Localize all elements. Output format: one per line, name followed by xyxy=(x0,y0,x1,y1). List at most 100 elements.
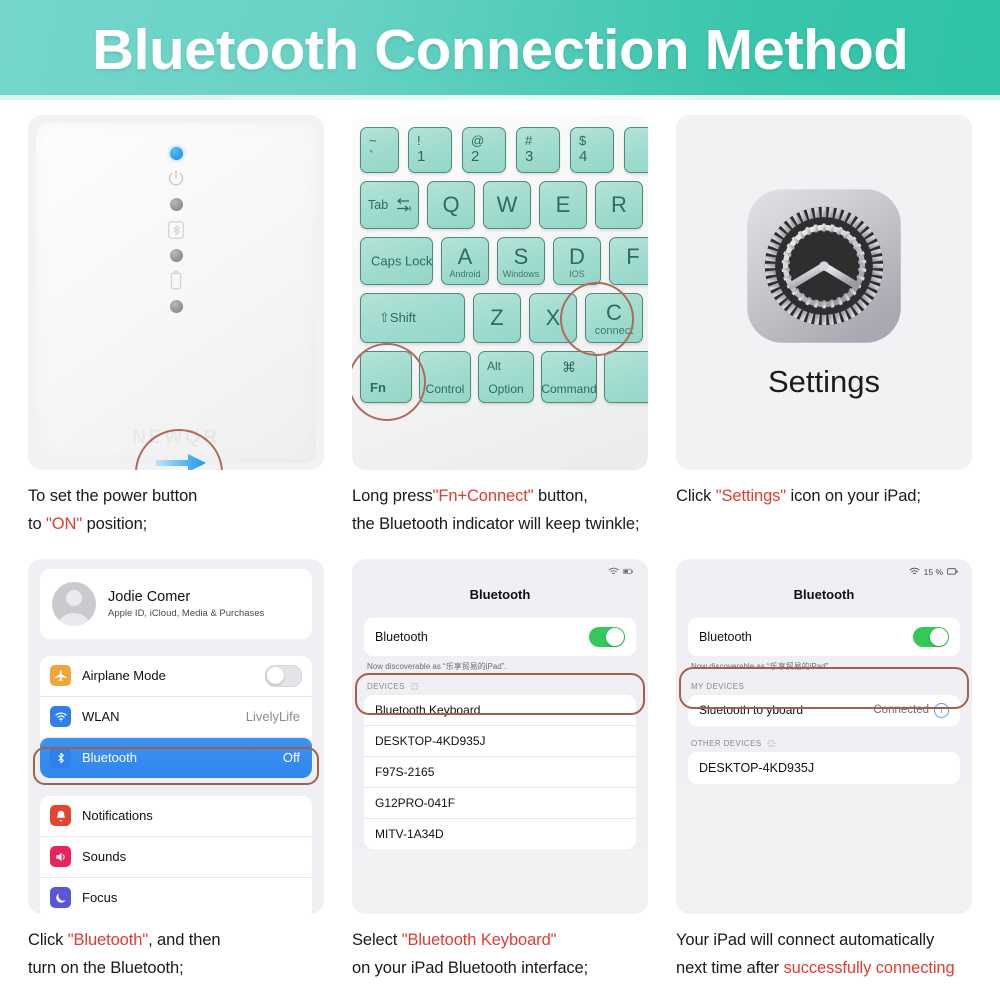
step-open-settings: Settings Click "Settings" icon on your i… xyxy=(676,115,972,539)
wlan-value: LivelyLife xyxy=(245,709,300,725)
key-d[interactable]: D IOS xyxy=(553,237,601,285)
bluetooth-toggle-label: Bluetooth xyxy=(375,629,428,644)
connect-key-highlight-ring xyxy=(560,282,634,356)
key-e[interactable]: E xyxy=(539,181,587,229)
power-led-blue xyxy=(169,147,183,160)
bluetooth-toggle[interactable] xyxy=(589,626,625,647)
list-item-desktop[interactable]: DESKTOP-4KD935J xyxy=(364,724,636,756)
key-4[interactable]: $4 xyxy=(570,127,614,173)
ios-settings-list: Jodie Comer Apple ID, iCloud, Media & Pu… xyxy=(28,558,324,914)
keyboard-panel: ~ ` ! 1 @2 #3 $4 Tab Q W E R Caps Lock A… xyxy=(352,115,648,470)
bluetooth-connected-panel: 15 % Bluetooth Bluetooth Now discoverabl… xyxy=(676,558,972,914)
key-5[interactable] xyxy=(624,127,648,173)
key-q[interactable]: Q xyxy=(427,181,475,229)
key-r[interactable]: R xyxy=(595,181,643,229)
header-underline xyxy=(0,95,1000,100)
page-title: Bluetooth Connection Method xyxy=(91,18,909,82)
bluetooth-toggle[interactable] xyxy=(913,626,949,647)
bluetooth-toggle-card[interactable]: Bluetooth xyxy=(364,617,636,656)
power-icon xyxy=(165,167,187,191)
steps-row-1: NEWQR To set the power button to "ON" po… xyxy=(0,115,1000,539)
caption-open-settings: Click "Settings" icon on your iPad; xyxy=(676,487,921,505)
step-turn-on-bluetooth: Jodie Comer Apple ID, iCloud, Media & Pu… xyxy=(28,558,324,983)
sidebar-item-focus[interactable]: Focus xyxy=(40,876,312,914)
other-devices-list[interactable]: DESKTOP-4KD935J xyxy=(688,751,960,784)
key-tab[interactable]: Tab xyxy=(360,181,419,229)
keyboard-surface: ~ ` ! 1 @2 #3 $4 Tab Q W E R Caps Lock A… xyxy=(352,115,648,470)
device-label: F97S-2165 xyxy=(375,764,435,779)
battery-percentage: 15 % xyxy=(923,566,943,577)
other-devices-header-label: OTHER DEVICES xyxy=(691,738,762,748)
key-a[interactable]: A Android xyxy=(441,237,489,285)
account-name: Jodie Comer xyxy=(108,588,191,605)
key-z[interactable]: Z xyxy=(473,293,521,343)
airplane-mode-label: Airplane Mode xyxy=(82,668,166,684)
key-caps-lock[interactable]: Caps Lock xyxy=(360,237,433,285)
bluetooth-toggle-card[interactable]: Bluetooth xyxy=(688,617,960,656)
key-alt-option[interactable]: Alt Option xyxy=(478,351,534,403)
settings-app-wrapper: Settings xyxy=(676,115,972,470)
fn-key-highlight-ring xyxy=(352,343,426,421)
sounds-label: Sounds xyxy=(82,849,127,865)
focus-label: Focus xyxy=(82,890,118,906)
list-item-g12pro[interactable]: G12PRO-041F xyxy=(364,786,636,818)
key-tilde[interactable]: ~ ` xyxy=(360,127,399,173)
key-w[interactable]: W xyxy=(483,181,531,229)
sidebar-item-notifications[interactable]: Notifications xyxy=(40,796,312,836)
key-3[interactable]: #3 xyxy=(516,127,560,173)
system-group: Notifications Sounds Focus xyxy=(40,795,312,914)
bluetooth-connected-page: 15 % Bluetooth Bluetooth Now discoverabl… xyxy=(676,558,972,784)
bluetooth-keyboard-highlight-ring xyxy=(355,672,645,715)
device-watermark: NEWQR xyxy=(36,427,316,449)
airplane-mode-toggle[interactable] xyxy=(265,664,302,687)
key-f[interactable]: F xyxy=(609,237,648,285)
key-2[interactable]: @2 xyxy=(462,127,506,173)
account-card[interactable]: Jodie Comer Apple ID, iCloud, Media & Pu… xyxy=(40,568,312,639)
key-shift[interactable]: ⇧Shift xyxy=(360,293,465,343)
device-indicator-column xyxy=(146,147,206,313)
indicator-led-2 xyxy=(169,249,183,262)
key-1[interactable]: ! 1 xyxy=(408,127,452,173)
step-power-on: NEWQR To set the power button to "ON" po… xyxy=(28,115,324,539)
indicator-led-1 xyxy=(169,198,183,211)
device-label: G12PRO-041F xyxy=(375,795,456,810)
steps-row-2: Jodie Comer Apple ID, iCloud, Media & Pu… xyxy=(0,558,1000,983)
wifi-icon xyxy=(909,568,920,575)
wlan-label: WLAN xyxy=(82,709,120,725)
status-bar: 15 % xyxy=(688,565,960,579)
bluetooth-page-title: Bluetooth xyxy=(793,586,855,602)
key-space[interactable] xyxy=(604,351,648,403)
airplane-icon xyxy=(50,665,71,687)
settings-app-panel: Settings xyxy=(676,115,972,470)
settings-app-label: Settings xyxy=(767,363,880,399)
device-label: DESKTOP-4KD935J xyxy=(699,760,815,775)
sidebar-item-sounds[interactable]: Sounds xyxy=(40,835,312,877)
loading-spinner-icon xyxy=(766,738,776,748)
key-command[interactable]: ⌘ Command xyxy=(541,351,597,403)
speaker-icon xyxy=(50,846,71,868)
battery-icon xyxy=(165,269,187,293)
step-fn-connect: ~ ` ! 1 @2 #3 $4 Tab Q W E R Caps Lock A… xyxy=(352,115,648,539)
list-item-mitv[interactable]: MITV-1A34D xyxy=(364,817,636,849)
wifi-icon xyxy=(50,706,71,728)
page-header: Bluetooth Connection Method xyxy=(0,0,1000,100)
sidebar-item-wlan[interactable]: WLAN LivelyLife xyxy=(40,695,312,737)
bluetooth-scan-panel: Bluetooth Bluetooth Now discoverable as … xyxy=(352,558,648,914)
bluetooth-pair-icon xyxy=(165,218,187,242)
gear-icon[interactable] xyxy=(744,186,904,346)
bluetooth-scan-page: Bluetooth Bluetooth Now discoverable as … xyxy=(352,558,648,849)
ios-settings-panel: Jodie Comer Apple ID, iCloud, Media & Pu… xyxy=(28,558,324,914)
key-s[interactable]: S Windows xyxy=(497,237,545,285)
caption-power-on: To set the power button to "ON" position… xyxy=(28,487,198,534)
other-devices-section-header: OTHER DEVICES xyxy=(691,739,960,748)
device-label: DESKTOP-4KD935J xyxy=(375,733,486,748)
apple-id-row[interactable]: Jodie Comer Apple ID, iCloud, Media & Pu… xyxy=(40,569,312,639)
sidebar-item-airplane-mode[interactable]: Airplane Mode xyxy=(40,656,312,696)
battery-icon xyxy=(623,569,633,575)
key-control[interactable]: Control xyxy=(419,351,471,403)
battery-icon xyxy=(947,568,958,575)
bluetooth-page-title: Bluetooth xyxy=(469,586,531,602)
list-item-f97s[interactable]: F97S-2165 xyxy=(364,755,636,787)
caption-turn-on-bluetooth: Click "Bluetooth", and then turn on the … xyxy=(28,930,221,978)
status-bar xyxy=(364,565,636,579)
